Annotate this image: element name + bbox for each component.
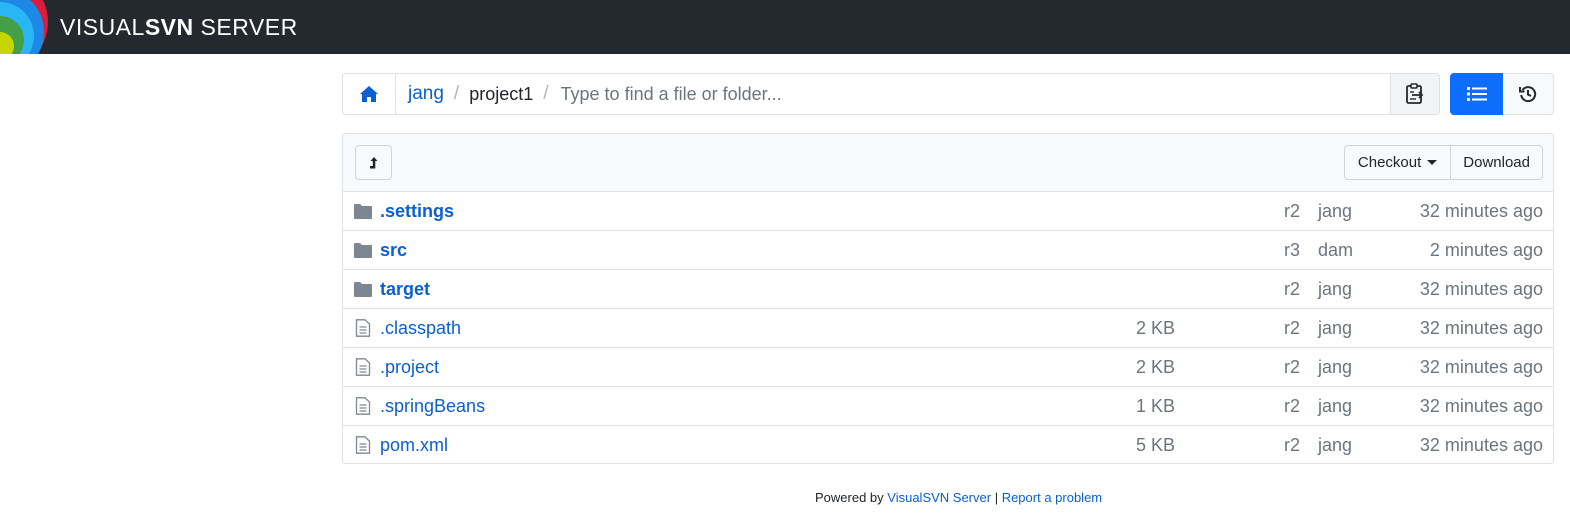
file-link[interactable]: pom.xml [380,435,448,456]
file-row: .project 2 KB r2 jang 32 minutes ago [343,348,1553,387]
file-list: .settings r2 jang 32 minutes ago src r3 dam 2 m… [343,192,1553,463]
list-view-button[interactable] [1450,73,1503,115]
home-button[interactable] [343,74,396,114]
file-size: 2 KB [1135,357,1175,377]
top-navbar: VISUALSVN SERVER [0,0,1570,54]
breadcrumb: jang / project1 / [396,74,559,114]
author-name: jang [1318,279,1353,299]
brand-text-server: SERVER [193,14,298,40]
powered-by-text: Powered by [815,490,888,505]
find-file-input[interactable] [558,74,1390,114]
visualsvn-logo-icon[interactable] [0,0,50,54]
breadcrumb-current-folder: project1 [469,83,534,104]
brand-title[interactable]: VISUALSVN SERVER [60,14,298,41]
modified-time: 32 minutes ago [1419,357,1543,377]
file-row: .springBeans 1 KB r2 jang 32 minutes ago [343,387,1553,426]
download-label: Download [1463,154,1530,171]
file-size: 2 KB [1135,318,1175,338]
file-link[interactable]: .springBeans [380,396,485,417]
modified-time: 2 minutes ago [1429,240,1543,260]
file-size: 1 KB [1135,396,1175,416]
folder-icon [354,243,372,258]
footer-text: Powered by VisualSVN Server | Report a p… [815,490,1102,505]
author-name: jang [1318,318,1353,338]
modified-time: 32 minutes ago [1419,279,1543,299]
folder-icon [354,282,372,297]
folder-link[interactable]: src [380,240,407,261]
file-size: 5 KB [1135,435,1175,455]
author-name: dam [1318,240,1354,260]
brand-text-visual: VISUAL [60,14,145,40]
author-name: jang [1318,435,1353,455]
modified-time: 32 minutes ago [1419,396,1543,416]
revision-link[interactable]: r2 [1284,357,1300,378]
history-icon [1519,86,1537,103]
breadcrumb-separator: / [453,83,460,104]
revision-link[interactable]: r2 [1284,318,1300,339]
revision-link[interactable]: r2 [1284,279,1300,300]
list-icon [1466,87,1487,101]
file-icon [355,397,371,415]
modified-time: 32 minutes ago [1419,318,1543,338]
file-row: .settings r2 jang 32 minutes ago [343,192,1553,231]
file-row: .classpath 2 KB r2 jang 32 minutes ago [343,309,1553,348]
author-name: jang [1318,357,1353,377]
file-row: pom.xml 5 KB r2 jang 32 minutes ago [343,426,1553,463]
breadcrumb-separator: / [543,83,549,104]
panel-actions: Checkout Download [1343,145,1543,180]
path-bar: jang / project1 / [342,73,1440,115]
download-button[interactable]: Download [1451,145,1543,180]
author-name: jang [1318,201,1353,221]
file-browser-panel: Checkout Download .settings r2 jang 32 minu… [342,133,1554,464]
file-row: src r3 dam 2 minutes ago [343,231,1553,270]
revision-link[interactable]: r3 [1284,240,1300,261]
file-row: target r2 jang 32 minutes ago [343,270,1553,309]
folder-link[interactable]: .settings [380,201,454,222]
report-problem-link[interactable]: Report a problem [1002,490,1102,505]
author-name: jang [1318,396,1353,416]
footer-separator: | [991,490,1002,505]
history-view-button[interactable] [1503,73,1554,115]
file-link[interactable]: .classpath [380,318,461,339]
parent-folder-button[interactable] [355,145,392,180]
level-up-icon [369,156,377,168]
revision-link[interactable]: r2 [1284,435,1300,456]
panel-toolbar: Checkout Download [343,134,1553,192]
file-icon [355,436,371,454]
file-icon [355,358,371,376]
revision-link[interactable]: r2 [1284,396,1300,417]
brand-text-svn: SVN [144,14,194,40]
checkout-dropdown-button[interactable]: Checkout [1343,145,1452,180]
folder-icon [354,204,372,219]
file-link[interactable]: .project [380,357,439,378]
revision-link[interactable]: r2 [1284,201,1300,222]
visualsvn-server-link[interactable]: VisualSVN Server [887,490,991,505]
modified-time: 32 minutes ago [1419,435,1543,455]
view-toggle-group [1450,73,1554,115]
home-icon [360,86,378,102]
clipboard-icon [1406,83,1424,104]
modified-time: 32 minutes ago [1419,201,1543,221]
checkout-label: Checkout [1357,154,1422,171]
folder-link[interactable]: target [380,279,430,300]
copy-url-button[interactable] [1390,74,1439,114]
breadcrumb-repo-link[interactable]: jang [408,83,444,105]
file-icon [355,319,371,337]
caret-down-icon [1427,160,1438,165]
